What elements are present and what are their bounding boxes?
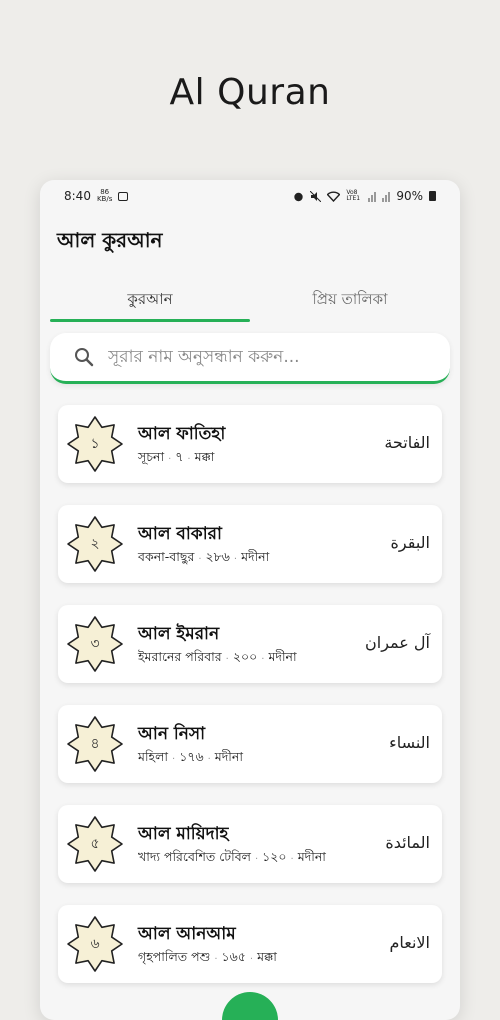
surah-ayat-count: ১২০ xyxy=(262,849,287,864)
signal-icon xyxy=(368,191,377,202)
status-speed: 86 KB/s xyxy=(97,189,112,203)
search-input[interactable] xyxy=(106,346,430,368)
surah-arabic-name: النساء xyxy=(389,733,430,752)
surah-card[interactable]: ৩ আল ইমরান ইমরানের পরিবার · ২০০ · মদীনা … xyxy=(58,605,442,683)
separator-dot: · xyxy=(214,953,218,965)
surah-card[interactable]: ১ আল ফাতিহা সূচনা · ৭ · মক্কা الفاتحة xyxy=(58,405,442,483)
surah-number: ৩ xyxy=(90,636,100,652)
separator-dot: · xyxy=(254,853,259,865)
surah-number: ৬ xyxy=(90,936,100,952)
wifi-icon xyxy=(327,191,341,202)
cast-icon xyxy=(118,191,129,201)
surah-number: ৪ xyxy=(90,736,100,752)
surah-meta: গৃহপালিত পশু · ১৬৫ · মক্কা xyxy=(138,949,277,969)
separator-dot: · xyxy=(290,853,294,865)
surah-ayat-count: ৭ xyxy=(175,449,184,464)
surah-ayat-count: ১৭৬ xyxy=(179,749,204,764)
surah-ayat-count: ২৮৬ xyxy=(205,549,230,564)
surah-arabic-name: البقرة xyxy=(390,533,430,552)
tab-favorites[interactable]: প্রিয় তালিকা xyxy=(250,270,450,322)
surah-revelation-place: মদীনা xyxy=(297,849,326,864)
surah-name: আল মায়িদাহ xyxy=(138,824,229,844)
surah-ayat-count: ২০০ xyxy=(232,649,258,664)
signal2-icon xyxy=(382,191,391,202)
surah-name: আল আনআম xyxy=(138,924,236,944)
separator-dot: · xyxy=(198,553,202,565)
surah-meta: বকনা-বাছুর · ২৮৬ · মদীনা xyxy=(138,549,269,569)
surah-name: আল বাকারা xyxy=(138,524,222,544)
separator-dot: · xyxy=(168,453,172,465)
network-label: Vo8 LTE1 xyxy=(346,189,361,202)
surah-revelation-place: মদীনা xyxy=(214,749,243,764)
battery-icon xyxy=(429,191,436,201)
surah-name: আন নিসা xyxy=(138,724,206,744)
search-bar xyxy=(50,333,450,384)
tab-bar: কুরআন প্রিয় তালিকা xyxy=(50,270,450,322)
surah-revelation-place: মদীনা xyxy=(268,649,297,664)
surah-meta: মহিলা · ১৭৬ · মদীনা xyxy=(138,749,243,769)
surah-name: আল ইমরান xyxy=(138,624,220,644)
surah-meta: ইমরানের পরিবার · ২০০ · মদীনা xyxy=(138,649,297,669)
surah-meta: খাদ্য পরিবেশিত টেবিল · ১২০ · মদীনা xyxy=(138,849,326,869)
surah-revelation-place: মক্কা xyxy=(194,449,215,464)
surah-arabic-name: المائدة xyxy=(385,833,430,852)
separator-dot: · xyxy=(225,653,229,665)
surah-meaning: মহিলা xyxy=(138,749,169,764)
tab-quran[interactable]: কুরআন xyxy=(50,270,250,322)
surah-arabic-name: الانعام xyxy=(389,933,430,952)
surah-revelation-place: মক্কা xyxy=(257,949,277,964)
surah-meaning: সূচনা xyxy=(138,449,165,464)
surah-number: ৫ xyxy=(90,836,100,852)
app-title: আল কুরআন xyxy=(57,228,163,252)
search-icon[interactable] xyxy=(72,345,96,369)
surah-arabic-name: الفاتحة xyxy=(384,433,430,452)
status-bar: 8:40 86 KB/s Vo8 LTE1 90% xyxy=(64,186,436,206)
separator-dot: · xyxy=(233,553,238,565)
alarm-icon xyxy=(294,192,304,201)
promo-title: Al Quran xyxy=(169,72,331,113)
speed-unit: KB/s xyxy=(96,195,113,203)
surah-meaning: গৃহপালিত পশু xyxy=(138,949,211,964)
surah-name: আল ফাতিহা xyxy=(138,424,226,444)
surah-meaning: ইমরানের পরিবার xyxy=(138,649,222,664)
status-time: 8:40 xyxy=(64,189,91,203)
surah-card[interactable]: ৫ আল মায়িদাহ খাদ্য পরিবেশিত টেবিল · ১২০… xyxy=(58,805,442,883)
battery-percent: 90% xyxy=(396,189,423,203)
separator-dot: · xyxy=(261,653,265,665)
surah-meta: সূচনা · ৭ · মক্কা xyxy=(138,449,214,469)
surah-card[interactable]: ৬ আল আনআম গৃহপালিত পশু · ১৬৫ · মক্কা الا… xyxy=(58,905,442,983)
surah-list: ১ আল ফাতিহা সূচনা · ৭ · মক্কা الفاتحة ২ … xyxy=(58,405,442,1005)
separator-dot: · xyxy=(249,953,254,965)
mute-icon xyxy=(310,190,322,202)
separator-dot: · xyxy=(207,753,211,765)
separator-dot: · xyxy=(172,753,176,765)
surah-meaning: খাদ্য পরিবেশিত টেবিল xyxy=(138,849,251,864)
surah-card[interactable]: ২ আল বাকারা বকনা-বাছুর · ২৮৬ · মদীনা الب… xyxy=(58,505,442,583)
surah-number: ২ xyxy=(90,536,100,552)
surah-revelation-place: মদীনা xyxy=(241,549,270,564)
surah-meaning: বকনা-বাছুর xyxy=(138,549,195,564)
surah-ayat-count: ১৬৫ xyxy=(221,949,246,964)
surah-arabic-name: آل عمران xyxy=(365,633,430,652)
separator-dot: · xyxy=(187,453,191,465)
phone-screen: 8:40 86 KB/s Vo8 LTE1 90% আল কুরআন কুরআন… xyxy=(40,180,460,1020)
surah-number: ১ xyxy=(90,436,100,452)
surah-card[interactable]: ৪ আন নিসা মহিলা · ১৭৬ · মদীনা النساء xyxy=(58,705,442,783)
